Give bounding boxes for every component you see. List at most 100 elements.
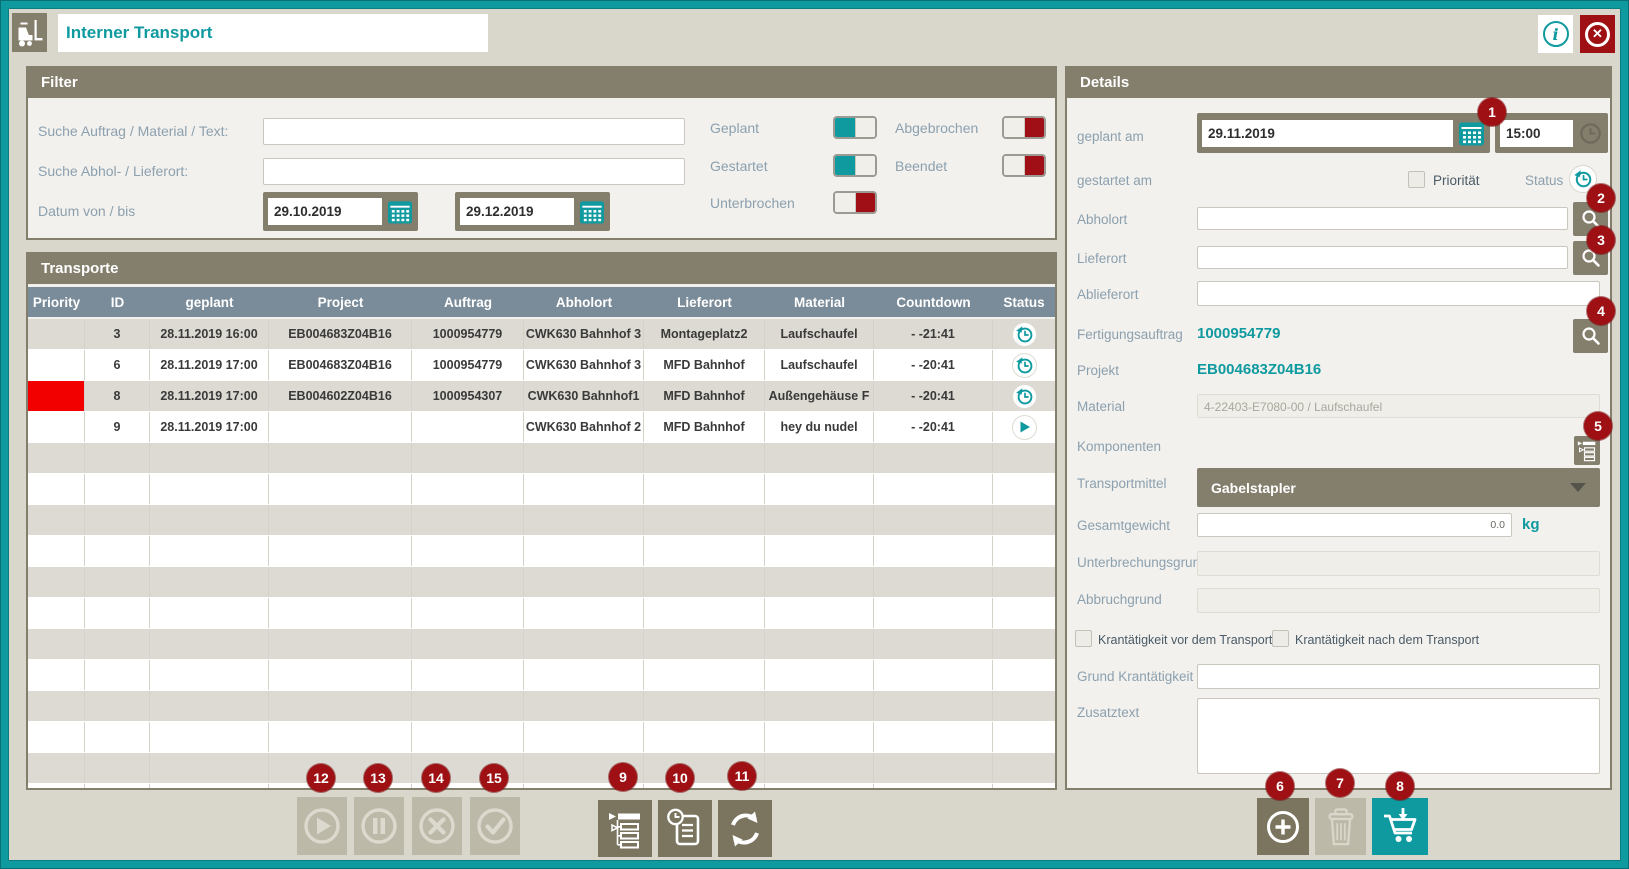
table-cell [765, 629, 874, 659]
table-cell: MFD Bahnhof [644, 350, 765, 380]
date-from-picker[interactable] [263, 192, 418, 231]
gesamtgewicht-unit: kg [1522, 516, 1540, 533]
table-cell [85, 474, 150, 504]
table-cell [28, 629, 85, 659]
table-cell [993, 567, 1055, 597]
projekt-value: EB004683Z04B16 [1197, 361, 1321, 378]
add-transport-button[interactable] [1257, 798, 1309, 855]
date-from-input[interactable] [268, 198, 382, 225]
table-row[interactable] [28, 784, 1055, 788]
table-row[interactable] [28, 660, 1055, 691]
komponenten-list-button[interactable] [1574, 436, 1600, 465]
column-header[interactable]: Abholort [524, 287, 644, 317]
table-row[interactable] [28, 443, 1055, 474]
column-header[interactable]: ID [85, 287, 150, 317]
lieferort-input[interactable] [1197, 246, 1568, 269]
info-button[interactable]: i [1538, 15, 1573, 53]
table-cell [993, 598, 1055, 628]
delete-transport-button[interactable] [1315, 798, 1366, 855]
table-cell: Außengehäuse F [765, 381, 874, 411]
table-row[interactable] [28, 629, 1055, 660]
kran-vor-checkbox[interactable] [1075, 630, 1092, 647]
play-icon [1015, 418, 1033, 436]
date-to-input[interactable] [460, 198, 574, 225]
toggle-unterbrochen[interactable] [833, 191, 877, 214]
table-row[interactable] [28, 536, 1055, 567]
component-tree-button[interactable] [598, 800, 652, 857]
planned-date-input[interactable] [1202, 120, 1453, 147]
planned-status-icon [1012, 322, 1037, 347]
planned-time-input[interactable] [1500, 120, 1573, 147]
table-cell [644, 443, 765, 473]
table-cell [85, 691, 150, 721]
table-row[interactable] [28, 598, 1055, 629]
table-cell [85, 753, 150, 783]
transports-panel: Transporte PriorityIDgeplantProjectAuftr… [26, 252, 1057, 790]
filter-panel: Filter Suche Auftrag / Material / Text: … [26, 66, 1057, 240]
table-row[interactable] [28, 691, 1055, 722]
planned-time-picker[interactable] [1495, 113, 1608, 153]
pause-transport-button[interactable] [354, 797, 404, 855]
table-cell: - -20:41 [874, 350, 993, 380]
start-transport-button[interactable] [297, 797, 347, 855]
prioritaet-checkbox[interactable] [1408, 171, 1425, 188]
toggle-abgebrochen[interactable] [1002, 116, 1046, 139]
transportmittel-dropdown[interactable]: Gabelstapler [1197, 468, 1600, 507]
ablieferort-input[interactable] [1197, 281, 1600, 306]
table-row[interactable] [28, 505, 1055, 536]
table-cell [765, 567, 874, 597]
column-header[interactable]: geplant [150, 287, 269, 317]
window-title-bar: Interner Transport [58, 14, 488, 52]
column-header[interactable]: Status [993, 287, 1055, 317]
table-row[interactable] [28, 722, 1055, 753]
table-row[interactable] [28, 474, 1055, 505]
toggle-gestartet-label: Gestartet [710, 158, 768, 174]
toggle-unterbrochen-label: Unterbrochen [710, 195, 795, 211]
close-button[interactable]: ✕ [1580, 15, 1615, 53]
column-header[interactable]: Auftrag [412, 287, 524, 317]
table-cell [269, 660, 412, 690]
fertigungsauftrag-value: 1000954779 [1197, 325, 1280, 342]
transport-log-button[interactable] [658, 800, 712, 857]
gesamtgewicht-input[interactable] [1197, 513, 1512, 537]
date-to-picker[interactable] [455, 192, 610, 231]
table-cell [412, 691, 524, 721]
table-cell: Laufschaufel [765, 319, 874, 349]
column-header[interactable]: Material [765, 287, 874, 317]
calendar-icon [387, 199, 413, 225]
abholort-input[interactable] [1197, 207, 1568, 230]
finish-transport-button[interactable] [470, 797, 520, 855]
table-row[interactable] [28, 753, 1055, 784]
zusatztext-textarea[interactable] [1197, 698, 1600, 774]
table-row[interactable]: 328.11.2019 16:00EB004683Z04B16100095477… [28, 319, 1055, 350]
transportmittel-label: Transportmittel [1077, 476, 1167, 491]
table-cell [524, 536, 644, 566]
column-header[interactable]: Project [269, 287, 412, 317]
table-cell [85, 567, 150, 597]
table-row[interactable]: 928.11.2019 17:00CWK630 Bahnhof 2MFD Bah… [28, 412, 1055, 443]
table-row[interactable]: 628.11.2019 17:00EB004683Z04B16100095477… [28, 350, 1055, 381]
toggle-gestartet[interactable] [833, 154, 877, 177]
toggle-geplant[interactable] [833, 116, 877, 139]
table-cell [85, 536, 150, 566]
grund-kran-input[interactable] [1197, 664, 1600, 689]
table-cell [765, 474, 874, 504]
search-location-input[interactable] [263, 158, 685, 185]
kran-nach-checkbox[interactable] [1272, 630, 1289, 647]
annotation-badge: 6 [1266, 772, 1294, 800]
table-cell [524, 722, 644, 752]
column-header[interactable]: Lieferort [644, 287, 765, 317]
order-cart-button[interactable] [1372, 798, 1428, 855]
toggle-beendet[interactable] [1002, 154, 1046, 177]
cancel-transport-button[interactable] [412, 797, 462, 855]
table-row[interactable] [28, 567, 1055, 598]
refresh-button[interactable] [718, 800, 772, 857]
planned-date-picker[interactable] [1197, 113, 1490, 153]
planned-status-icon [1012, 384, 1037, 409]
column-header[interactable]: Priority [28, 287, 85, 317]
column-header[interactable]: Countdown [874, 287, 993, 317]
annotation-badge: 2 [1587, 184, 1615, 212]
table-cell [524, 691, 644, 721]
search-text-input[interactable] [263, 118, 685, 145]
table-row[interactable]: 828.11.2019 17:00EB004602Z04B16100095430… [28, 381, 1055, 412]
